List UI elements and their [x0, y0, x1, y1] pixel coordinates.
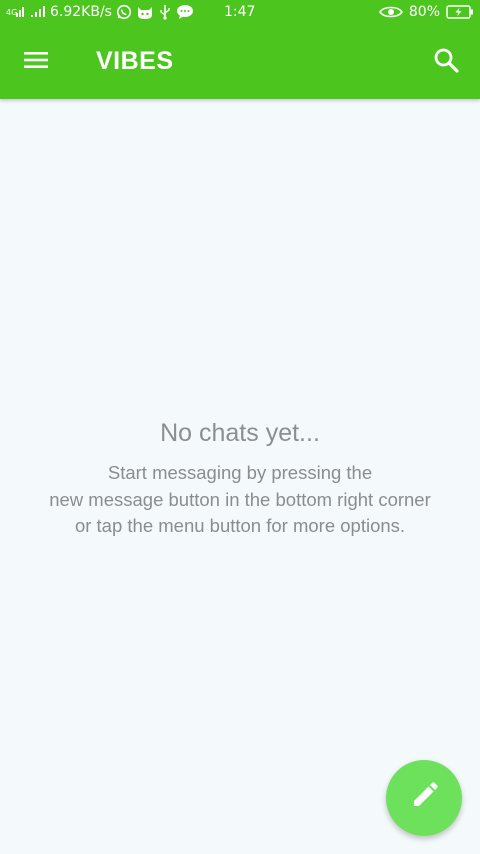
search-button[interactable]: [426, 42, 466, 82]
empty-description: Start messaging by pressing the new mess…: [0, 460, 480, 540]
hamburger-menu-icon: [23, 50, 49, 74]
signal-icon: [30, 5, 46, 19]
status-bar: 4G 6.92KB/s 1:47 80%: [0, 0, 480, 24]
pencil-icon: [409, 781, 439, 815]
search-icon: [433, 47, 459, 77]
svg-text:4G: 4G: [6, 8, 17, 17]
status-left: 4G 6.92KB/s: [6, 0, 194, 24]
app-title: VIBES: [96, 47, 174, 75]
usb-icon: [158, 4, 172, 20]
whatsapp-icon: [116, 4, 132, 20]
battery-charging-icon: [446, 5, 474, 19]
menu-button[interactable]: [16, 42, 56, 82]
empty-description-line: new message button in the bottom right c…: [49, 488, 431, 510]
network-speed: 6.92KB/s: [50, 4, 112, 20]
empty-state: No chats yet... Start messaging by press…: [0, 416, 480, 540]
battery-level: 80%: [408, 4, 440, 20]
empty-description-line: Start messaging by pressing the: [107, 462, 373, 483]
empty-title: No chats yet...: [160, 419, 320, 447]
empty-description-line: or tap the menu button for more options.: [74, 515, 406, 536]
status-time: 1:47: [224, 4, 256, 20]
status-right: 80%: [378, 0, 474, 24]
eye-icon: [378, 5, 403, 19]
app-bar: VIBES: [0, 24, 480, 99]
message-bubble-icon: [176, 4, 194, 20]
cat-app-icon: [136, 4, 154, 20]
sim-signal-icon: 4G: [6, 5, 26, 19]
new-message-button[interactable]: [386, 760, 462, 836]
